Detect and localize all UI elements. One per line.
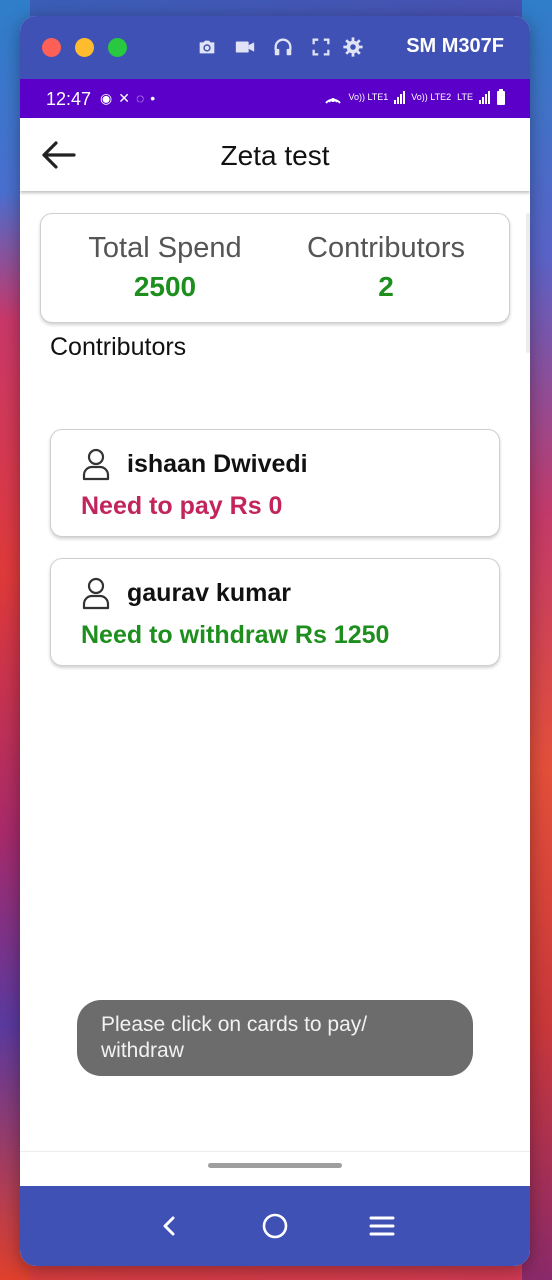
video-icon[interactable]: [234, 36, 256, 58]
sim1-network-label: Vo)) LTE1: [348, 91, 389, 102]
emulator-window: SM M307F 12:47 ◉ ✕ ◌ • Vo)) LTE1 Vo)) LT…: [20, 16, 530, 1266]
gesture-handle[interactable]: [208, 1163, 342, 1168]
nav-back-icon[interactable]: [154, 1210, 186, 1242]
total-spend-label: Total Spend: [88, 232, 242, 264]
contributors-heading: Contributors: [50, 333, 187, 361]
page-title: Zeta test: [220, 140, 330, 171]
hotspot-icon: [325, 98, 342, 104]
horizontal-scroll-peek: [526, 213, 530, 353]
contributor-card[interactable]: ishaan Dwivedi Need to pay Rs 0: [50, 429, 500, 537]
sim2-network-label: Vo)) LTE2: [411, 91, 452, 102]
settings-gear-icon[interactable]: [342, 36, 364, 58]
contributor-name: gaurav kumar: [127, 579, 291, 607]
app-bar: Zeta test: [20, 118, 530, 191]
window-controls: [42, 38, 127, 57]
lte-label: LTE: [457, 91, 473, 102]
fullscreen-icon[interactable]: [310, 36, 332, 58]
nav-home-icon[interactable]: [259, 1210, 291, 1242]
minimize-window-button[interactable]: [75, 38, 94, 57]
device-name: SM M307F: [406, 35, 504, 57]
android-status-bar: 12:47 ◉ ✕ ◌ • Vo)) LTE1 Vo)) LTE2 LTE: [20, 79, 530, 118]
system-status-icons: Vo)) LTE1 Vo)) LTE2 LTE: [324, 89, 506, 105]
notification-icons: ◉ ✕ ◌ •: [100, 90, 155, 106]
android-navigation-bar: [20, 1186, 530, 1266]
summary-card: Total Spend 2500 Contributors 2: [40, 213, 510, 323]
camera-icon[interactable]: [196, 36, 218, 58]
total-spend-stat: Total Spend 2500: [85, 232, 245, 303]
contributor-card[interactable]: gaurav kumar Need to withdraw Rs 1250: [50, 558, 500, 666]
status-clock: 12:47: [46, 89, 92, 109]
toast-message: Please click on cards to pay/ withdraw: [77, 1000, 473, 1076]
contributor-name: ishaan Dwivedi: [127, 450, 308, 478]
battery-icon: [497, 89, 505, 105]
sim2-signal-icon: [479, 90, 490, 104]
sim1-signal-icon: [394, 90, 406, 104]
person-icon: [82, 577, 110, 610]
close-window-button[interactable]: [42, 38, 61, 57]
emulator-toolbar: [196, 36, 332, 58]
contributors-count-label: Contributors: [307, 232, 465, 264]
maximize-window-button[interactable]: [108, 38, 127, 57]
content-divider: [20, 1151, 530, 1152]
emulator-titlebar: SM M307F: [20, 16, 530, 79]
nav-recents-icon[interactable]: [366, 1210, 398, 1242]
more-notifications-dot-icon: •: [150, 90, 156, 106]
whatsapp-icon: ◌: [135, 90, 145, 106]
contributors-stat: Contributors 2: [299, 232, 473, 303]
person-icon: [82, 448, 110, 481]
notification-app-icon: ◉: [100, 90, 113, 106]
contributor-status: Need to pay Rs 0: [81, 492, 283, 520]
headphones-icon[interactable]: [272, 36, 294, 58]
missed-call-icon: ✕: [118, 90, 130, 106]
contributors-count-value: 2: [378, 271, 394, 302]
total-spend-value: 2500: [133, 271, 197, 302]
contributor-status: Need to withdraw Rs 1250: [81, 621, 390, 649]
main-content: Total Spend 2500 Contributors 2 Contribu…: [20, 191, 530, 1202]
